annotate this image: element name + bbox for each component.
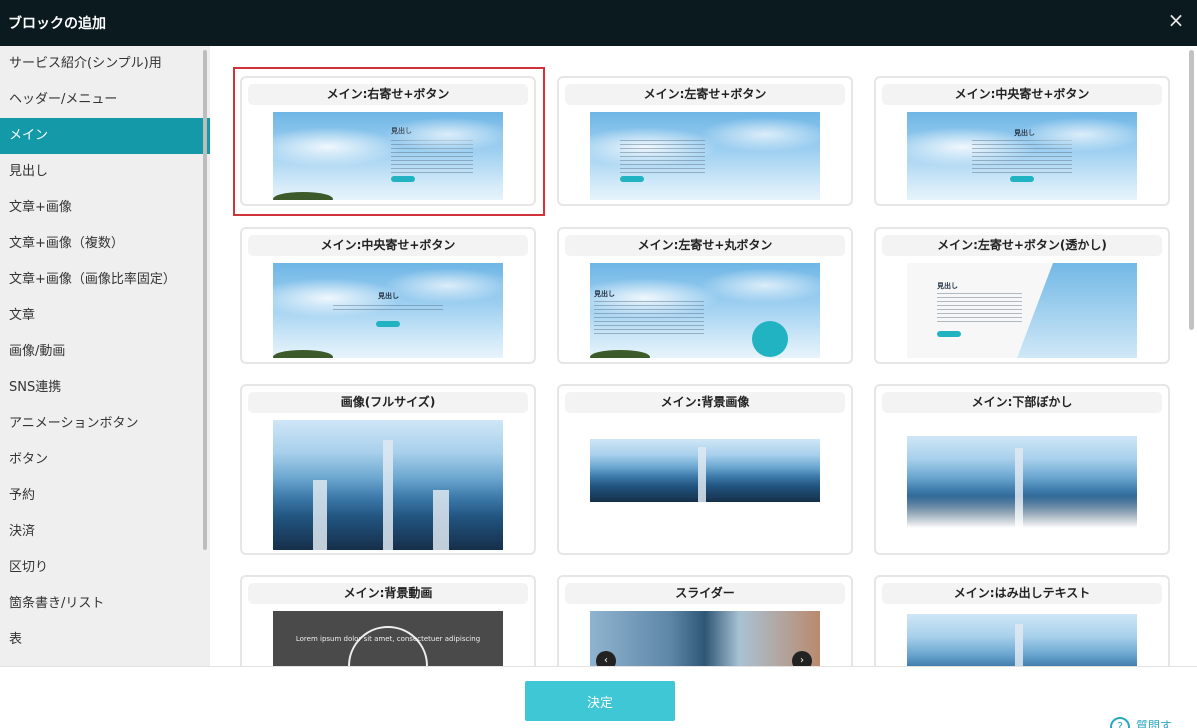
block-card[interactable]: メイン:左寄せ+丸ボタン 見出し xyxy=(557,227,853,364)
thumbnail-heading: 見出し xyxy=(378,292,399,300)
sidebar-item-animation-button[interactable]: アニメーションボタン xyxy=(0,406,210,442)
thumbnail-hill xyxy=(273,350,333,358)
thumbnail-button xyxy=(937,331,961,337)
block-card[interactable]: メイン:背景動画 Lorem ipsum dolor sit amet, con… xyxy=(240,575,536,666)
dialog-title: ブロックの追加 xyxy=(8,16,106,32)
card-title: メイン:背景動画 xyxy=(248,583,528,604)
thumbnail-hill xyxy=(273,192,333,200)
thumbnail-building xyxy=(698,447,706,502)
block-card[interactable]: メイン:背景画像 xyxy=(557,384,853,555)
dialog-footer: 決定 ? 質問す xyxy=(0,666,1197,728)
thumbnail-circle-button xyxy=(752,321,788,357)
thumbnail-hill xyxy=(590,350,650,358)
card-title: メイン:下部ぼかし xyxy=(882,392,1162,413)
card-title: 画像(フルサイズ) xyxy=(248,392,528,413)
thumbnail-heading: 見出し xyxy=(1014,129,1035,137)
thumbnail-button xyxy=(376,321,400,327)
dialog-header: ブロックの追加 × xyxy=(0,0,1197,46)
sidebar-item-sns[interactable]: SNS連携 xyxy=(0,370,210,406)
card-thumbnail: 見出し xyxy=(907,263,1137,358)
close-icon[interactable]: × xyxy=(1165,9,1187,31)
block-card[interactable]: メイン:左寄せ+ボタン xyxy=(557,76,853,206)
grid-scrollbar[interactable] xyxy=(1189,50,1194,330)
category-sidebar: サービス紹介(シンプル)用 ヘッダー/メニュー メイン 見出し 文章+画像 文章… xyxy=(0,46,210,666)
card-thumbnail xyxy=(907,614,1137,666)
card-title: スライダー xyxy=(565,583,845,604)
sidebar-item-divider[interactable]: 区切り xyxy=(0,550,210,586)
sidebar-item-main[interactable]: メイン xyxy=(0,118,210,154)
sidebar-scrollbar[interactable] xyxy=(203,50,207,550)
play-icon xyxy=(348,626,428,666)
help-button[interactable]: ? 質問す xyxy=(1110,717,1172,728)
help-label: 質問す xyxy=(1136,719,1173,728)
thumbnail-text xyxy=(937,293,1022,323)
thumbnail-button xyxy=(391,176,415,182)
thumbnail-text xyxy=(594,301,704,335)
sidebar-item-text-image-multi[interactable]: 文章+画像（複数） xyxy=(0,226,210,262)
thumbnail-text xyxy=(333,305,443,311)
block-card[interactable]: メイン:はみ出しテキスト xyxy=(874,575,1170,666)
thumbnail-building xyxy=(313,480,327,550)
block-card[interactable]: 画像(フルサイズ) xyxy=(240,384,536,555)
sidebar-item-service-intro[interactable]: サービス紹介(シンプル)用 xyxy=(0,46,210,82)
thumbnail-text xyxy=(972,140,1072,174)
sidebar-item-heading[interactable]: 見出し xyxy=(0,154,210,190)
card-thumbnail xyxy=(907,436,1137,528)
slider-prev-icon: ‹ xyxy=(596,651,616,666)
thumbnail-button xyxy=(1010,176,1034,182)
card-title: メイン:左寄せ+ボタン(透かし) xyxy=(882,235,1162,256)
sidebar-item-text-image-fixed-ratio[interactable]: 文章+画像（画像比率固定） xyxy=(0,262,210,298)
card-thumbnail xyxy=(590,439,820,502)
block-card[interactable]: スライダー ‹ › xyxy=(557,575,853,666)
block-card[interactable]: メイン:左寄せ+ボタン(透かし) 見出し xyxy=(874,227,1170,364)
block-card[interactable]: メイン:下部ぼかし xyxy=(874,384,1170,555)
sidebar-item-reservation[interactable]: 予約 xyxy=(0,478,210,514)
card-thumbnail: 見出し xyxy=(273,112,503,200)
sidebar-item-text-image[interactable]: 文章+画像 xyxy=(0,190,210,226)
sidebar-item-image-video[interactable]: 画像/動画 xyxy=(0,334,210,370)
card-title: メイン:左寄せ+ボタン xyxy=(565,84,845,105)
card-thumbnail: ‹ › xyxy=(590,611,820,666)
block-grid: メイン:右寄せ+ボタン 見出し メイン:左寄せ+ボタン メイン:中央寄せ+ボタン… xyxy=(210,46,1197,666)
card-thumbnail: Lorem ipsum dolor sit amet, consectetuer… xyxy=(273,611,503,666)
thumbnail-heading: 見出し xyxy=(391,127,412,135)
thumbnail-sky-slant xyxy=(1017,263,1137,358)
block-card[interactable]: メイン:中央寄せ+ボタン 見出し xyxy=(240,227,536,364)
card-thumbnail: 見出し xyxy=(273,263,503,358)
sidebar-item-payment[interactable]: 決済 xyxy=(0,514,210,550)
sidebar-item-table[interactable]: 表 xyxy=(0,622,210,658)
block-card[interactable]: メイン:右寄せ+ボタン 見出し xyxy=(240,76,536,206)
question-icon: ? xyxy=(1110,717,1130,728)
card-title: メイン:中央寄せ+ボタン xyxy=(248,235,528,256)
thumbnail-building xyxy=(433,490,449,550)
sidebar-item-text[interactable]: 文章 xyxy=(0,298,210,334)
sidebar-item-button[interactable]: ボタン xyxy=(0,442,210,478)
card-thumbnail: 見出し xyxy=(907,112,1137,200)
thumbnail-heading: 見出し xyxy=(594,290,615,298)
thumbnail-text xyxy=(620,140,705,174)
card-title: メイン:背景画像 xyxy=(565,392,845,413)
card-thumbnail xyxy=(273,420,503,550)
thumbnail-building xyxy=(1015,448,1023,528)
card-title: メイン:はみ出しテキスト xyxy=(882,583,1162,604)
card-thumbnail: 見出し xyxy=(590,263,820,358)
sidebar-item-bullet-list[interactable]: 箇条書き/リスト xyxy=(0,586,210,622)
thumbnail-building xyxy=(1015,624,1023,666)
thumbnail-heading: 見出し xyxy=(937,282,958,290)
sidebar-item-header-menu[interactable]: ヘッダー/メニュー xyxy=(0,82,210,118)
decide-button[interactable]: 決定 xyxy=(525,681,675,721)
card-title: メイン:中央寄せ+ボタン xyxy=(882,84,1162,105)
card-thumbnail xyxy=(590,112,820,200)
thumbnail-button xyxy=(620,176,644,182)
slider-next-icon: › xyxy=(792,651,812,666)
thumbnail-building xyxy=(383,440,393,550)
card-title: メイン:左寄せ+丸ボタン xyxy=(565,235,845,256)
block-card[interactable]: メイン:中央寄せ+ボタン 見出し xyxy=(874,76,1170,206)
card-title: メイン:右寄せ+ボタン xyxy=(248,84,528,105)
add-block-dialog: ブロックの追加 × サービス紹介(シンプル)用 ヘッダー/メニュー メイン 見出… xyxy=(0,0,1197,728)
thumbnail-text xyxy=(391,140,473,174)
